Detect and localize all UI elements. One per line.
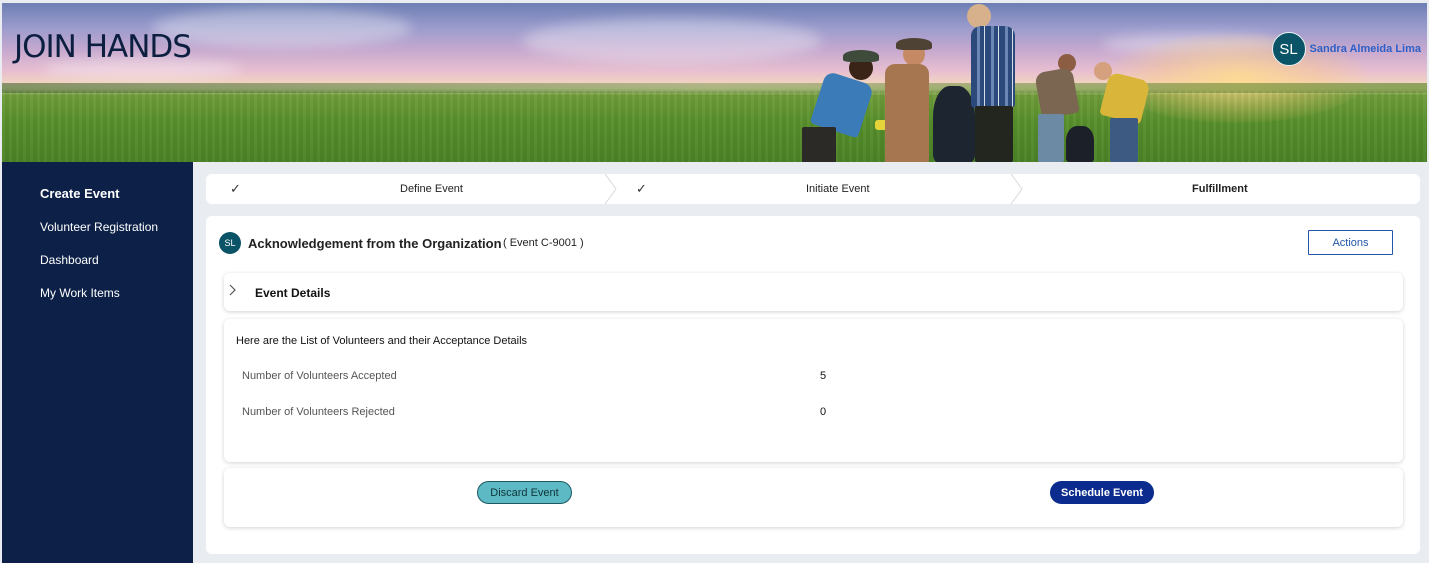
step-define-event[interactable]: ✓ Define Event bbox=[206, 174, 606, 204]
sidebar-item-my-work-items[interactable]: My Work Items bbox=[40, 286, 120, 300]
accepted-label: Number of Volunteers Accepted bbox=[242, 370, 397, 382]
user-name[interactable]: Sandra Almeida Lima bbox=[1310, 43, 1421, 55]
chevron-right-icon[interactable] bbox=[228, 283, 238, 300]
grass-field bbox=[2, 91, 1427, 162]
actions-button[interactable]: Actions bbox=[1308, 230, 1393, 255]
sidebar-item-volunteer-registration[interactable]: Volunteer Registration bbox=[40, 220, 158, 234]
volunteer-acceptance-panel: Here are the List of Volunteers and thei… bbox=[224, 319, 1403, 462]
step-initiate-event[interactable]: ✓ Initiate Event bbox=[610, 174, 1012, 204]
volunteer-figure bbox=[957, 3, 1027, 162]
sidebar: Create Event Volunteer Registration Dash… bbox=[2, 162, 193, 563]
action-buttons-panel: Discard Event Schedule Event bbox=[224, 468, 1403, 527]
check-icon: ✓ bbox=[230, 181, 241, 196]
avatar[interactable]: SL bbox=[1271, 32, 1306, 66]
sidebar-item-create-event[interactable]: Create Event bbox=[40, 186, 119, 201]
volunteer-figure bbox=[797, 32, 889, 162]
process-stepper: ✓ Define Event ✓ Initiate Event Fulfillm… bbox=[206, 174, 1420, 204]
rejected-value: 0 bbox=[820, 406, 827, 418]
volunteer-figure bbox=[1090, 62, 1152, 162]
user-profile[interactable]: SL Sandra Almeida Lima bbox=[1271, 32, 1421, 66]
step-label: Initiate Event bbox=[806, 183, 870, 195]
case-avatar: SL bbox=[219, 232, 241, 254]
case-id: ( Event C-9001 ) bbox=[503, 237, 584, 249]
event-details-title: Event Details bbox=[255, 286, 331, 300]
event-details-accordion[interactable]: Event Details bbox=[224, 273, 1403, 311]
sidebar-item-dashboard[interactable]: Dashboard bbox=[40, 253, 99, 267]
accepted-value: 5 bbox=[820, 370, 827, 382]
header-banner: JOIN HANDS SL Sandra Almeida Lima bbox=[2, 3, 1427, 162]
brand-logo: JOIN HANDS bbox=[14, 29, 192, 65]
step-label: Fulfillment bbox=[1192, 183, 1248, 195]
case-title: Acknowledgement from the Organization bbox=[248, 236, 502, 251]
case-card: SL Acknowledgement from the Organization… bbox=[206, 216, 1420, 554]
volunteer-list-heading: Here are the List of Volunteers and thei… bbox=[236, 335, 528, 347]
discard-event-button[interactable]: Discard Event bbox=[477, 481, 572, 504]
step-fulfillment[interactable]: Fulfillment bbox=[1016, 174, 1420, 204]
cloud bbox=[152, 8, 412, 48]
rejected-label: Number of Volunteers Rejected bbox=[242, 406, 395, 418]
schedule-event-button[interactable]: Schedule Event bbox=[1050, 481, 1154, 504]
cloud bbox=[522, 18, 822, 63]
step-label: Define Event bbox=[400, 183, 463, 195]
check-icon: ✓ bbox=[636, 181, 647, 196]
